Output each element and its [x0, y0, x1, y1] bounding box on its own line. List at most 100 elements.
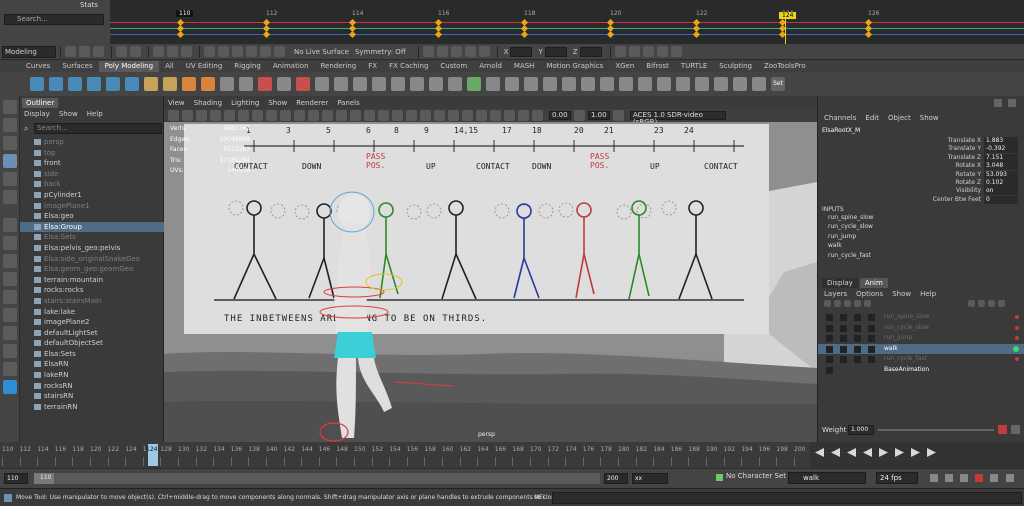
outliner-item[interactable]: rocksRN: [20, 381, 164, 392]
rearrange-layout-icon[interactable]: [3, 344, 17, 358]
channel-attribute-row[interactable]: Translate Z 7.151: [818, 153, 1024, 162]
reverse-normals-icon[interactable]: [600, 77, 614, 91]
save-scene-icon[interactable]: [93, 46, 104, 57]
keyframe-point[interactable]: [348, 30, 357, 39]
make-live-icon[interactable]: [274, 46, 285, 57]
render-settings-icon[interactable]: [464, 46, 476, 57]
x-field[interactable]: [510, 46, 533, 57]
image-plane-icon[interactable]: [210, 110, 221, 121]
modeling-toolkit-icon[interactable]: [628, 46, 640, 57]
channel-attribute-row[interactable]: Rotate Y 53.093: [818, 170, 1024, 179]
shelf-tab-poly-modeling[interactable]: Poly Modeling: [98, 61, 160, 72]
viewport-menu-lighting[interactable]: Lighting: [231, 99, 259, 107]
fill-hole-icon[interactable]: [353, 77, 367, 91]
viewport-menu-shading[interactable]: Shading: [194, 99, 222, 107]
go-to-start-icon[interactable]: [815, 448, 824, 457]
outliner-item[interactable]: lakeRN: [20, 370, 164, 381]
motion-blur-icon[interactable]: [434, 110, 445, 121]
input-node[interactable]: run_spine_slow: [828, 214, 874, 221]
layer-tab-anim[interactable]: Anim: [859, 278, 888, 288]
tool-settings-icon[interactable]: [656, 46, 668, 57]
four-view-icon[interactable]: [3, 236, 17, 250]
channel-attribute-row[interactable]: Rotate X 3.048: [818, 162, 1024, 171]
ipr-render-icon[interactable]: [450, 46, 462, 57]
outliner-item[interactable]: terrain:mountain: [20, 275, 164, 286]
anim-layer-select[interactable]: walk: [788, 472, 866, 484]
loop-icon[interactable]: [930, 474, 938, 482]
anim-layer-row[interactable]: run_spine_slow: [818, 312, 1024, 323]
depth-of-field-icon[interactable]: [462, 110, 473, 121]
bevel-icon[interactable]: [334, 77, 348, 91]
move-tool-icon[interactable]: [3, 154, 17, 168]
outliner-item[interactable]: Elsa:Sets: [20, 232, 164, 243]
combine-icon[interactable]: [220, 77, 234, 91]
viewport-menu-panels[interactable]: Panels: [337, 99, 360, 107]
wireframe-icon[interactable]: [322, 110, 333, 121]
triangulate-icon[interactable]: [638, 77, 652, 91]
svg-icon[interactable]: [201, 77, 215, 91]
open-scene-icon[interactable]: [79, 46, 90, 57]
keyframe-point[interactable]: [692, 30, 701, 39]
channel-attribute-row[interactable]: Translate X 1.883: [818, 137, 1024, 145]
gamma-field[interactable]: 1.00: [588, 111, 610, 120]
rotate-tool-icon[interactable]: [3, 172, 17, 186]
ambient-occlusion-icon[interactable]: [420, 110, 431, 121]
outliner-item[interactable]: imagePlane2: [20, 317, 164, 328]
channel-attribute-row[interactable]: Visibility on: [818, 187, 1024, 196]
plane-icon[interactable]: [125, 77, 139, 91]
attribute-value[interactable]: 1.883: [984, 137, 1018, 145]
cube-icon[interactable]: [49, 77, 63, 91]
platonic-icon[interactable]: [163, 77, 177, 91]
layer-lock-icon[interactable]: [826, 324, 833, 332]
torus-icon[interactable]: [106, 77, 120, 91]
elsa-character[interactable]: [294, 182, 494, 442]
separate-icon[interactable]: [239, 77, 253, 91]
layer-zero-key-icon[interactable]: [824, 300, 831, 307]
layer-menu-layers[interactable]: Layers: [824, 290, 847, 298]
outliner-tab[interactable]: Outliner: [22, 98, 59, 108]
color-management-icon[interactable]: [613, 110, 624, 121]
weight-options-icon[interactable]: [1011, 425, 1020, 434]
symmetry-setting[interactable]: Symmetry: Off: [355, 48, 406, 56]
render-frame-icon[interactable]: [436, 46, 448, 57]
step-back-key-icon[interactable]: [831, 448, 840, 457]
persp-graph-icon[interactable]: [3, 272, 17, 286]
range-bar[interactable]: [34, 473, 600, 484]
outliner-item[interactable]: ElsaRN: [20, 359, 164, 370]
xray-components-icon[interactable]: [518, 110, 529, 121]
channel-box-menu-show[interactable]: Show: [920, 114, 939, 122]
layer-key-icon[interactable]: [1013, 345, 1019, 352]
outliner-item[interactable]: stairsRN: [20, 391, 164, 402]
layer-lock-icon[interactable]: [826, 366, 833, 374]
layer-lock-icon[interactable]: [826, 345, 833, 353]
layer-ghost-icon[interactable]: [868, 356, 875, 364]
xray-icon[interactable]: [490, 110, 501, 121]
shelf-tab-xgen[interactable]: XGen: [609, 61, 640, 72]
start-frame-field[interactable]: 110: [4, 473, 28, 484]
shelf-tab-surfaces[interactable]: Surfaces: [56, 61, 98, 72]
graph-area[interactable]: 110 112 114 116 118 120 122 124 126: [110, 0, 1024, 44]
layer-ghost-icon[interactable]: [868, 335, 875, 343]
input-node[interactable]: run_cycle_slow: [828, 223, 873, 230]
outliner-item[interactable]: top: [20, 148, 164, 159]
layer-weight-key-icon[interactable]: [844, 300, 851, 307]
cylinder-icon[interactable]: [68, 77, 82, 91]
sculpt-icon[interactable]: [714, 77, 728, 91]
input-node[interactable]: walk: [828, 242, 842, 249]
quadrangulate-icon[interactable]: [657, 77, 671, 91]
shelf-tab-custom[interactable]: Custom: [434, 61, 473, 72]
outliner-item[interactable]: terrainRN: [20, 402, 164, 413]
target-weld-icon[interactable]: [391, 77, 405, 91]
weight-slider[interactable]: [878, 429, 994, 431]
layer-solo-icon[interactable]: [840, 324, 847, 332]
sphere-icon[interactable]: [30, 77, 44, 91]
reduce-icon[interactable]: [676, 77, 690, 91]
hypershade-layout-icon[interactable]: [3, 290, 17, 304]
layer-lock-icon[interactable]: [826, 335, 833, 343]
mel-label[interactable]: MEL: [534, 494, 546, 501]
channel-attribute-row[interactable]: Center Btw Feet 0: [818, 195, 1024, 204]
step-back-frame-icon[interactable]: [847, 448, 856, 457]
graph-search-input[interactable]: Search...: [4, 14, 104, 25]
layer-zero-key-out-icon[interactable]: [834, 300, 841, 307]
render-view-icon[interactable]: [422, 46, 434, 57]
